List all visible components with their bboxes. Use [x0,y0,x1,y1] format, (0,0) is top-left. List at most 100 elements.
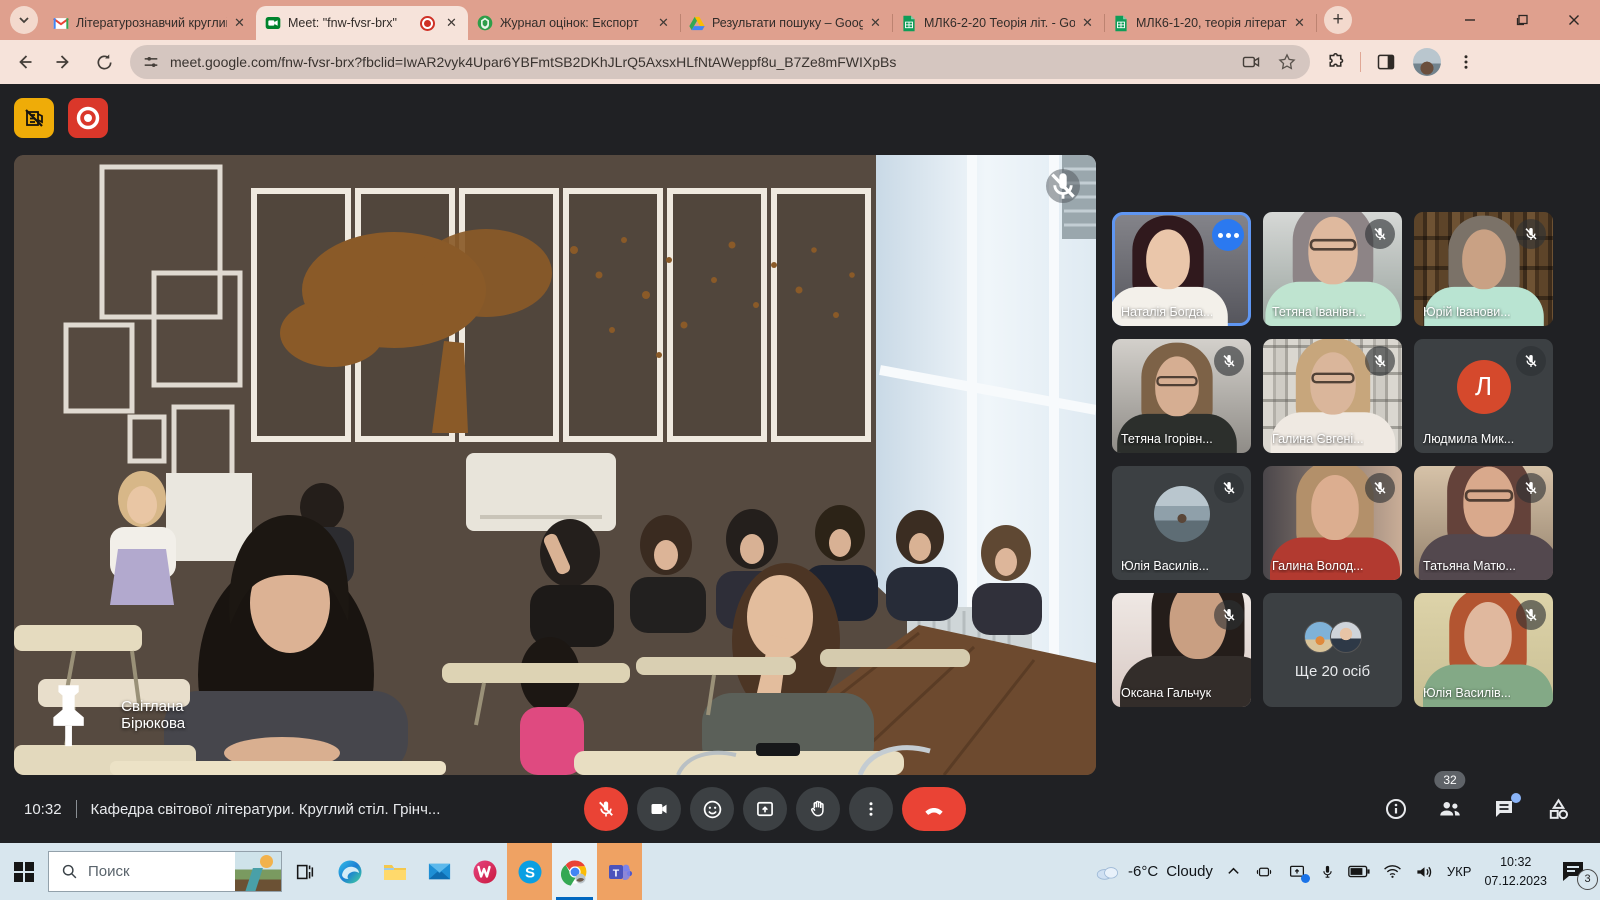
tab-close-button[interactable]: ✕ [655,15,672,32]
taskbar-search[interactable]: Поиск [48,851,282,892]
tray-wifi-icon[interactable] [1383,864,1402,879]
participant-tile[interactable]: Оксана Гальчук [1112,593,1251,707]
tray-camera-icon[interactable] [1254,863,1274,881]
participant-tile[interactable]: Галина Волод... [1263,466,1402,580]
taskbar-app-edge[interactable] [327,843,372,900]
participant-tile[interactable]: Тетяна Ігорівн... [1112,339,1251,453]
tab-close-button[interactable]: ✕ [1079,15,1096,32]
tab-close-button[interactable]: ✕ [1291,15,1308,32]
more-options-button[interactable] [849,787,893,831]
start-button[interactable] [0,843,48,900]
toolbar-divider [1360,52,1361,72]
profile-avatar[interactable] [1413,48,1441,76]
participant-tile[interactable]: Галина Євгені... [1263,339,1402,453]
taskbar-app-teams[interactable]: T [597,843,642,900]
browser-tab[interactable]: Журнал оцінок: Експорт✕ [468,6,680,40]
participant-tile[interactable]: Татьяна Матю... [1414,466,1553,580]
chat-button[interactable] [1490,795,1518,823]
more-people-label: Ще 20 осіб [1295,663,1370,680]
mic-off-icon [1365,473,1395,503]
meeting-details-button[interactable] [1382,795,1410,823]
raise-hand-button[interactable] [796,787,840,831]
tray-screenshare-icon[interactable] [1287,863,1307,881]
activities-button[interactable] [1544,795,1572,823]
journal-favicon [476,15,493,32]
tab-close-button[interactable]: ✕ [443,15,460,32]
browser-tab-strip: Літературознавчий круглий✕Meet: "fnw-fvs… [0,0,1600,40]
camera-permission-icon[interactable] [1238,49,1264,75]
tray-battery-icon[interactable] [1348,865,1370,878]
side-panel-icon[interactable] [1371,47,1401,77]
participant-tile[interactable]: ЛЛюдмила Мик... [1414,339,1553,453]
tile-options-button[interactable] [1212,219,1244,251]
forward-button[interactable] [48,46,80,78]
reload-button[interactable] [88,46,120,78]
clock-time: 10:32 [1484,853,1547,871]
participant-name: Наталія Богда... [1121,305,1213,319]
tray-expand-chevron[interactable] [1226,864,1241,879]
tab-close-button[interactable]: ✕ [867,15,884,32]
mute-button[interactable] [584,787,628,831]
search-highlight-image[interactable] [235,852,281,891]
browser-tab[interactable]: Результати пошуку – Googl✕ [680,6,892,40]
present-screen-button[interactable] [743,787,787,831]
address-bar[interactable]: meet.google.com/fnw-fvsr-brx?fbclid=IwAR… [130,45,1310,79]
tab-search-button[interactable] [10,6,38,34]
floating-extension-buttons [14,98,108,138]
tab-close-button[interactable]: ✕ [231,15,248,32]
pinned-participant-name: Світлана Бірюкова [121,698,187,732]
participant-tile[interactable]: Наталія Богда... [1112,212,1251,326]
extensions-icon[interactable] [1320,47,1350,77]
mic-off-icon [1365,219,1395,249]
participant-tile[interactable]: Юлія Василів... [1414,593,1553,707]
main-video-tile[interactable]: Світлана Бірюкова [14,155,1096,775]
browser-menu-icon[interactable] [1451,47,1481,77]
task-view-button[interactable] [282,843,327,900]
taskbar-app-chrome[interactable] [552,843,597,900]
extension-overlay-icon[interactable] [14,98,54,138]
record-indicator-icon[interactable] [68,98,108,138]
participant-name: Галина Євгені... [1272,432,1364,446]
browser-tab[interactable]: МЛК6-2-20 Теорія літ. - Goo✕ [892,6,1104,40]
minimize-button[interactable] [1444,0,1496,40]
bookmark-star-icon[interactable] [1274,49,1300,75]
air-conditioner [466,453,616,531]
camera-button[interactable] [637,787,681,831]
participant-tile[interactable]: Тетяна Іванівн... [1263,212,1402,326]
back-button[interactable] [8,46,40,78]
participants-count-badge: 32 [1434,771,1465,789]
browser-tab[interactable]: МЛК6-1-20, теорія літерату✕ [1104,6,1316,40]
mic-off-icon [1365,346,1395,376]
more-participants-tile[interactable]: Ще 20 осіб [1263,593,1402,707]
participant-tile[interactable]: Юрій Іванови... [1414,212,1553,326]
participants-button[interactable]: 32 [1436,795,1464,823]
taskbar-app-wps-office[interactable] [462,843,507,900]
tray-volume-icon[interactable] [1415,864,1434,880]
participant-grid: Наталія Богда... Тетяна Іванівн...Юрій Ів… [1112,212,1553,707]
participant-name: Юлія Василів... [1423,686,1511,700]
divider [76,800,77,818]
svg-text:S: S [524,864,534,881]
browser-tab[interactable]: Meet: "fnw-fvsr-brx"✕ [256,6,468,40]
participant-name: Людмила Мик... [1423,432,1514,446]
taskbar-app-skype[interactable]: S [507,843,552,900]
taskbar-clock[interactable]: 10:32 07.12.2023 [1484,853,1547,889]
leave-call-button[interactable] [902,787,966,831]
taskbar-app-mail[interactable] [417,843,462,900]
language-indicator[interactable]: УКР [1447,864,1472,879]
site-settings-icon[interactable] [142,53,160,71]
url-text[interactable]: meet.google.com/fnw-fvsr-brx?fbclid=IwAR… [170,54,1228,70]
meeting-title: Кафедра світової літератури. Круглий сті… [91,801,441,818]
participant-tile[interactable]: Юлія Василів... [1112,466,1251,580]
browser-tab[interactable]: Літературознавчий круглий ✕ [44,6,256,40]
tray-mic-icon[interactable] [1320,862,1335,881]
close-window-button[interactable] [1548,0,1600,40]
action-center-button[interactable]: 3 [1560,859,1590,885]
new-tab-button[interactable]: + [1324,6,1352,34]
reactions-button[interactable] [690,787,734,831]
taskbar-weather[interactable]: -6°C Cloudy [1094,863,1213,881]
maximize-button[interactable] [1496,0,1548,40]
drive-favicon [688,15,705,32]
taskbar-app-file-explorer[interactable] [372,843,417,900]
tab-title: Літературознавчий круглий [76,16,227,30]
